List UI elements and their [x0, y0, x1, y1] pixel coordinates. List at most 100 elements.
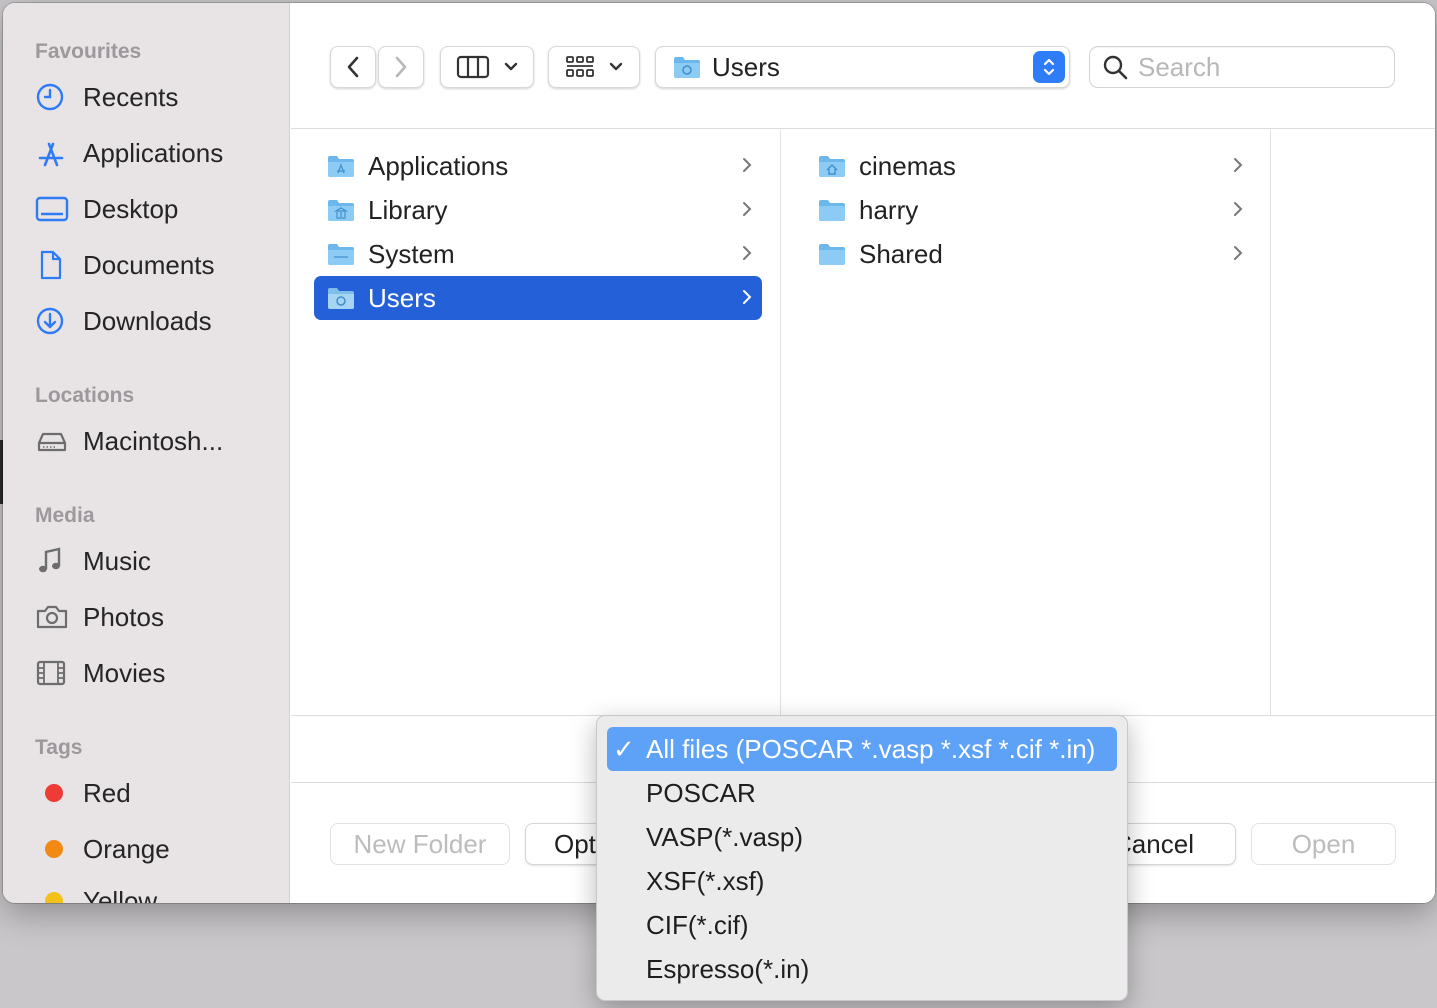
column-view-icon: [456, 55, 490, 79]
chevron-down-icon: [504, 62, 518, 71]
search-input[interactable]: [1138, 51, 1378, 83]
column-row-system[interactable]: System: [314, 232, 762, 276]
sidebar-item-tag-yellow[interactable]: Yellow: [35, 881, 280, 903]
menu-item-all-files[interactable]: ✓ All files (POSCAR *.vasp *.xsf *.cif *…: [607, 727, 1117, 771]
row-label: Shared: [859, 238, 943, 269]
sidebar-item-recents[interactable]: Recents: [35, 77, 280, 117]
folder-icon: [819, 244, 845, 265]
back-button[interactable]: [330, 46, 376, 88]
row-label: cinemas: [859, 150, 956, 181]
users-folder-icon: [328, 288, 354, 309]
document-icon: [35, 249, 71, 281]
sidebar-item-downloads[interactable]: Downloads: [35, 301, 280, 341]
view-mode-button[interactable]: [440, 46, 534, 88]
chevron-right-icon: [1234, 202, 1243, 216]
chevron-right-icon: [395, 56, 407, 78]
desktop-icon: [35, 193, 71, 225]
chevron-right-icon: [743, 290, 752, 304]
library-folder-icon: [328, 200, 354, 221]
row-label: harry: [859, 194, 919, 225]
checkmark-icon: ✓: [613, 733, 635, 764]
column-row-shared[interactable]: Shared: [805, 232, 1253, 276]
row-label: System: [368, 238, 455, 269]
sidebar-item-label: Desktop: [83, 193, 179, 224]
sidebar-item-music[interactable]: Music: [35, 541, 280, 581]
sidebar-item-label: Macintosh...: [83, 425, 224, 456]
sidebar-item-movies[interactable]: Movies: [35, 653, 280, 693]
search-field[interactable]: [1089, 46, 1395, 88]
sidebar-item-label: Music: [83, 545, 151, 576]
music-note-icon: [35, 545, 71, 577]
clock-icon: [35, 81, 71, 113]
column-row-library[interactable]: Library: [314, 188, 762, 232]
sidebar-item-label: Documents: [83, 249, 215, 280]
sidebar-item-desktop[interactable]: Desktop: [35, 189, 280, 229]
sidebar: Favourites Recents Applications Desktop …: [3, 3, 290, 903]
row-label: Users: [368, 282, 436, 313]
sidebar-item-tag-orange[interactable]: Orange: [35, 829, 280, 869]
column-row-users[interactable]: Users: [314, 276, 762, 320]
sidebar-item-documents[interactable]: Documents: [35, 245, 280, 285]
row-label: Library: [368, 194, 448, 225]
path-label: Users: [712, 51, 780, 82]
sidebar-item-macintosh-hd[interactable]: Macintosh...: [35, 421, 280, 461]
column-browser: Applications Library System Users cinema…: [291, 130, 1435, 715]
hard-drive-icon: [35, 425, 71, 457]
applications-icon: [35, 137, 71, 169]
menu-item-vasp[interactable]: VASP(*.vasp): [607, 815, 1117, 859]
home-folder-icon: [819, 156, 845, 177]
sidebar-heading-media: Media: [35, 504, 95, 527]
group-by-button[interactable]: [548, 46, 640, 88]
open-button[interactable]: Open: [1251, 823, 1396, 865]
menu-item-cif[interactable]: CIF(*.cif): [607, 903, 1117, 947]
menu-item-label: Espresso(*.in): [646, 953, 810, 984]
system-folder-icon: [328, 244, 354, 265]
sidebar-item-tag-red[interactable]: Red: [35, 773, 280, 813]
sidebar-item-label: Red: [83, 777, 131, 808]
sidebar-item-label: Orange: [83, 833, 170, 864]
folder-icon: [819, 200, 845, 221]
column-row-applications[interactable]: Applications: [314, 144, 762, 188]
menu-item-label: XSF(*.xsf): [646, 865, 765, 896]
chevron-right-icon: [1234, 246, 1243, 260]
sidebar-item-label: Yellow: [83, 885, 158, 904]
sidebar-item-applications[interactable]: Applications: [35, 133, 280, 173]
popup-stepper-icon: [1033, 51, 1065, 83]
download-icon: [35, 305, 71, 337]
column-row-harry[interactable]: harry: [805, 188, 1253, 232]
camera-icon: [35, 601, 71, 633]
forward-button[interactable]: [378, 46, 424, 88]
column-row-cinemas[interactable]: cinemas: [805, 144, 1253, 188]
sidebar-item-photos[interactable]: Photos: [35, 597, 280, 637]
chevron-right-icon: [743, 202, 752, 216]
column-root: Applications Library System Users: [291, 130, 781, 715]
sidebar-item-label: Movies: [83, 657, 166, 688]
menu-item-label: CIF(*.cif): [646, 909, 749, 940]
menu-item-label: All files (POSCAR *.vasp *.xsf *.cif *.i…: [646, 733, 1096, 764]
film-icon: [35, 657, 71, 689]
chevron-right-icon: [743, 246, 752, 260]
tag-orange-dot: [45, 840, 63, 858]
chevron-right-icon: [743, 158, 752, 172]
sidebar-item-label: Applications: [83, 137, 224, 168]
tag-red-dot: [45, 784, 63, 802]
sidebar-heading-favourites: Favourites: [35, 40, 142, 63]
search-icon: [1103, 55, 1128, 80]
new-folder-button[interactable]: New Folder: [330, 823, 510, 865]
sidebar-heading-tags: Tags: [35, 736, 83, 759]
grid-group-icon: [566, 56, 594, 77]
sidebar-heading-locations: Locations: [35, 384, 135, 407]
users-folder-icon: [674, 57, 700, 78]
menu-item-xsf[interactable]: XSF(*.xsf): [607, 859, 1117, 903]
menu-item-espresso[interactable]: Espresso(*.in): [607, 947, 1117, 991]
column-users: cinemas harry Shared: [782, 130, 1271, 715]
row-label: Applications: [368, 150, 509, 181]
chevron-right-icon: [1234, 158, 1243, 172]
file-type-menu: ✓ All files (POSCAR *.vasp *.xsf *.cif *…: [596, 715, 1128, 1001]
chevron-left-icon: [347, 56, 359, 78]
menu-item-label: VASP(*.vasp): [646, 821, 804, 852]
path-popup-button[interactable]: Users: [655, 46, 1070, 88]
sidebar-item-label: Photos: [83, 601, 164, 632]
tag-yellow-dot: [45, 892, 63, 903]
menu-item-poscar[interactable]: POSCAR: [607, 771, 1117, 815]
